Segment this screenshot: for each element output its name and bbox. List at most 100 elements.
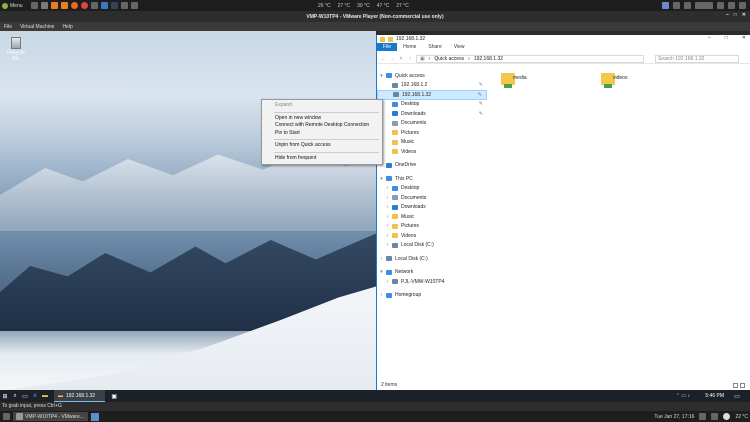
window-icon[interactable] xyxy=(717,2,724,9)
breadcrumb-current[interactable]: 192.168.1.32 xyxy=(474,56,503,62)
menu-file[interactable]: File xyxy=(4,24,12,30)
context-menu-item[interactable]: Open in new window xyxy=(262,115,382,123)
tray-icons[interactable]: ⌃ ▭ ♪ xyxy=(676,393,690,399)
expand-arrow-icon[interactable]: › xyxy=(385,195,390,201)
expand-arrow-icon[interactable]: ▾ xyxy=(379,269,384,275)
window-icon[interactable] xyxy=(695,2,713,9)
nav-item[interactable]: › PJL-VMW-W10TP4 xyxy=(377,277,487,287)
app-icon[interactable] xyxy=(130,2,138,9)
vlc-icon[interactable] xyxy=(60,2,68,9)
pin-icon[interactable]: ✎ xyxy=(479,111,483,117)
tab-home[interactable]: Home xyxy=(397,43,422,51)
large-icons-view-icon[interactable] xyxy=(740,383,745,388)
expand-arrow-icon[interactable]: › xyxy=(385,242,390,248)
edge-icon[interactable]: e xyxy=(30,391,40,401)
windows-start-icon[interactable]: ⊞ xyxy=(0,391,10,401)
nav-item[interactable]: › Videos xyxy=(377,231,487,241)
files-icon[interactable] xyxy=(40,2,48,9)
nav-item[interactable]: › Documents xyxy=(377,193,487,203)
context-menu-item[interactable]: Unpin from Quick access xyxy=(262,142,382,150)
host-datetime[interactable]: Tue Jan 27, 17:16 xyxy=(654,414,694,420)
task-view-icon[interactable]: ▭ xyxy=(20,391,30,401)
tab-share[interactable]: Share xyxy=(422,43,447,51)
nav-item[interactable]: ▾ Network xyxy=(377,268,487,278)
expand-arrow-icon[interactable]: › xyxy=(385,233,390,239)
nav-item[interactable]: Pictures xyxy=(377,128,487,138)
address-bar[interactable]: ▣ › Quick access › 192.168.1.32 xyxy=(416,54,644,63)
menu-virtual-machine[interactable]: Virtual Machine xyxy=(20,24,54,30)
maximize-icon[interactable]: □ xyxy=(734,12,737,18)
expand-arrow-icon[interactable]: › xyxy=(385,214,390,220)
shield-icon[interactable] xyxy=(662,2,669,9)
nav-item[interactable]: Downloads ✎ xyxy=(377,109,487,119)
window-icon[interactable] xyxy=(728,2,735,9)
details-view-icon[interactable] xyxy=(733,383,738,388)
nav-item[interactable]: ▾ Quick access xyxy=(377,71,487,81)
weather-icon[interactable] xyxy=(723,413,731,420)
nav-item[interactable]: Documents xyxy=(377,119,487,129)
nav-item[interactable]: › Music xyxy=(377,212,487,222)
tab-file[interactable]: File xyxy=(377,43,398,51)
host-menu-button[interactable]: Menu xyxy=(0,2,27,9)
expand-arrow-icon[interactable]: › xyxy=(385,279,390,285)
notifications-icon[interactable]: ▭ xyxy=(732,391,742,401)
nav-item[interactable]: Videos xyxy=(377,147,487,157)
breadcrumb-quick-access[interactable]: Quick access xyxy=(434,56,464,62)
nav-item[interactable]: › Local Disk (C:) xyxy=(377,254,487,264)
chrome-icon[interactable] xyxy=(80,2,88,9)
vlc-icon[interactable] xyxy=(50,2,58,9)
pin-icon[interactable]: ✎ xyxy=(479,101,483,107)
power-icon[interactable] xyxy=(739,2,746,9)
nav-item[interactable]: › OneDrive xyxy=(377,161,487,171)
close-icon[interactable]: ✕ xyxy=(742,35,746,41)
minimize-icon[interactable]: – xyxy=(708,35,711,41)
nav-item[interactable]: › Pictures xyxy=(377,222,487,232)
network-icon[interactable] xyxy=(699,413,707,420)
network-icon[interactable] xyxy=(673,2,680,9)
minimize-icon[interactable]: – xyxy=(726,12,729,18)
file-explorer-icon[interactable]: ▬ xyxy=(40,391,50,401)
host-taskbar-app-vmware[interactable]: VMP-W10TP4 - VMware… xyxy=(13,412,88,421)
mail-icon[interactable] xyxy=(100,2,108,9)
nav-item[interactable]: › Downloads xyxy=(377,203,487,213)
context-menu-item[interactable]: Hide from frequent xyxy=(262,155,382,163)
nav-item[interactable]: Music xyxy=(377,138,487,148)
nav-item[interactable]: › Local Disk (C:) xyxy=(377,241,487,251)
terminal-icon[interactable] xyxy=(30,2,38,9)
app-icon[interactable] xyxy=(90,2,98,9)
context-menu-item[interactable]: Pin to Start xyxy=(262,130,382,138)
expand-arrow-icon[interactable]: › xyxy=(385,223,390,229)
quick-access-toolbar-icon[interactable] xyxy=(380,36,385,42)
context-menu-item[interactable]: Connect with Remote Desktop Connection xyxy=(262,122,382,130)
expand-arrow-icon[interactable]: › xyxy=(385,204,390,210)
nav-item[interactable]: 192.168.1.2 ✎ xyxy=(377,81,487,91)
steam-icon[interactable] xyxy=(110,2,118,9)
menu-help[interactable]: Help xyxy=(62,24,72,30)
guest-clock[interactable]: 5:46 PM xyxy=(705,393,724,399)
nav-item[interactable]: › Desktop xyxy=(377,184,487,194)
maximize-icon[interactable]: □ xyxy=(725,35,728,41)
expand-arrow-icon[interactable]: ▾ xyxy=(379,73,384,79)
volume-icon[interactable] xyxy=(684,2,691,9)
up-arrow-icon[interactable]: ↑ xyxy=(407,56,413,62)
show-desktop-icon[interactable] xyxy=(3,413,10,420)
expand-arrow-icon[interactable]: › xyxy=(385,185,390,191)
forward-arrow-icon[interactable]: → xyxy=(389,56,395,62)
recycle-bin[interactable]: Recycle Bin xyxy=(4,37,28,62)
taskbar-app-explorer[interactable]: ▬ 192.168.1.32 xyxy=(54,390,106,402)
expand-arrow-icon[interactable]: › xyxy=(379,292,384,298)
app-icon[interactable] xyxy=(120,2,128,9)
pin-icon[interactable]: ✎ xyxy=(478,92,482,98)
nav-item[interactable]: Desktop ✎ xyxy=(377,100,487,110)
expand-arrow-icon[interactable]: ▾ xyxy=(379,176,384,182)
expand-arrow-icon[interactable]: › xyxy=(379,256,384,262)
firefox-icon[interactable] xyxy=(70,2,78,9)
close-icon[interactable]: ✕ xyxy=(742,12,746,18)
nav-item[interactable]: › Homegroup xyxy=(377,291,487,301)
nav-item[interactable]: ▾ This PC xyxy=(377,174,487,184)
app-icon[interactable] xyxy=(90,412,99,421)
chevron-down-icon[interactable]: ˅ xyxy=(398,56,404,62)
folder-item[interactable]: media xyxy=(495,73,527,88)
store-icon[interactable]: ▣ xyxy=(109,391,119,401)
folder-item[interactable]: videos xyxy=(595,73,627,88)
